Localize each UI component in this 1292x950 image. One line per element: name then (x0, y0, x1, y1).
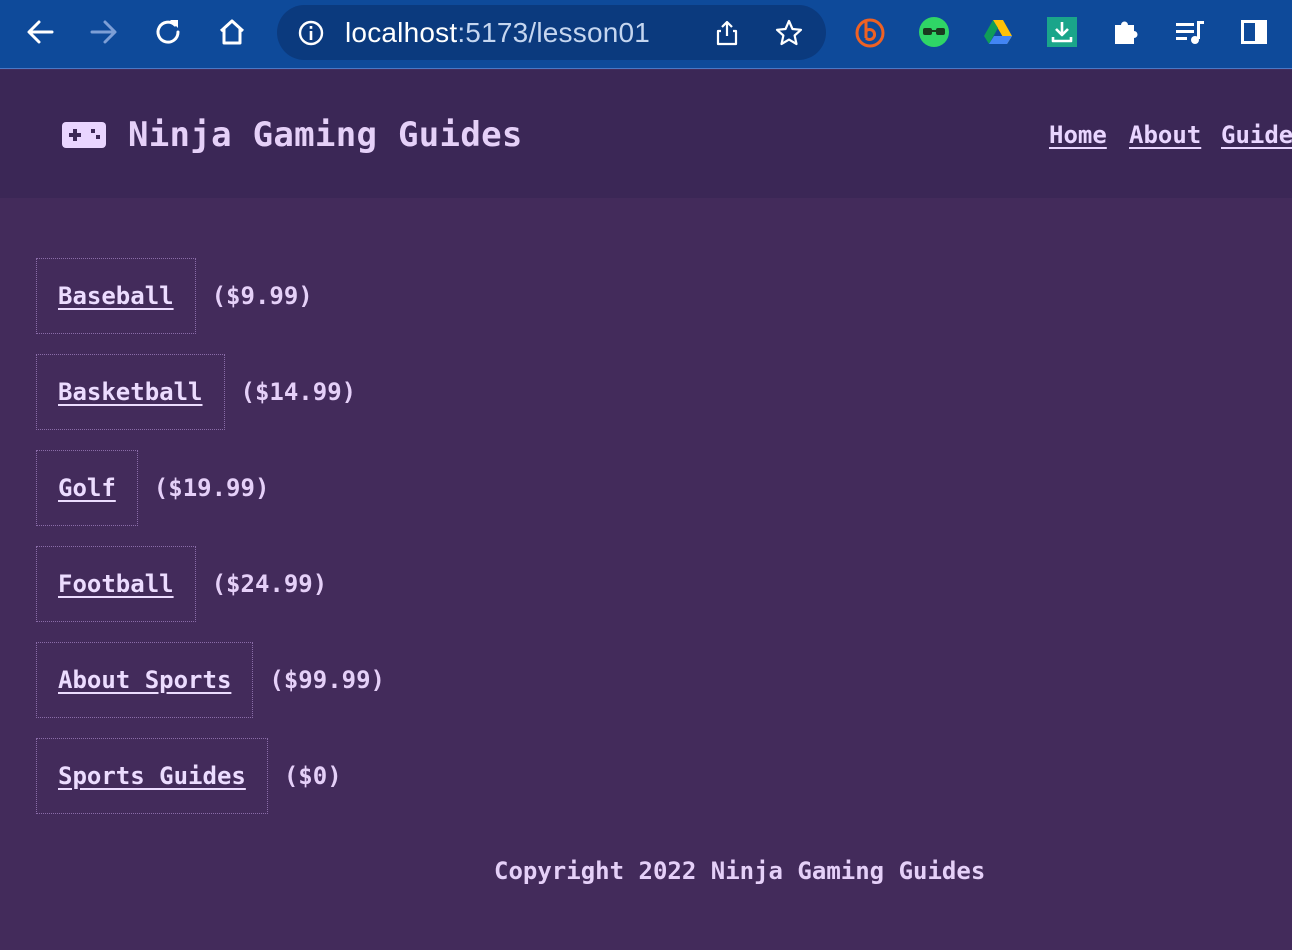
url-path: :5173/lesson01 (457, 17, 651, 48)
site-info-icon[interactable] (297, 19, 325, 47)
guide-link[interactable]: About Sports (58, 665, 231, 695)
guide-price: ($14.99) (240, 378, 357, 406)
site-title[interactable]: Ninja Gaming Guides (128, 113, 523, 157)
guide-price: ($19.99) (153, 474, 270, 502)
side-panel-icon (1241, 20, 1267, 44)
side-panel-button[interactable] (1237, 15, 1271, 49)
browser-toolbar: localhost:5173/lesson01 (0, 0, 1292, 69)
media-controls-button[interactable] (1173, 15, 1207, 49)
home-button[interactable] (214, 14, 250, 50)
guide-card: About Sports (36, 642, 254, 718)
bitly-icon (855, 18, 885, 48)
back-button[interactable] (22, 14, 58, 50)
guide-item: Baseball ($9.99) (36, 258, 313, 334)
share-icon[interactable] (713, 19, 741, 47)
download-icon (1047, 17, 1077, 47)
guide-price: ($9.99) (211, 282, 313, 310)
reload-icon (156, 20, 180, 44)
url-text[interactable]: localhost:5173/lesson01 (345, 17, 650, 49)
guide-item: Football ($24.99) (36, 546, 327, 622)
reload-button[interactable] (150, 14, 186, 50)
guide-link[interactable]: Baseball (58, 281, 174, 311)
guide-price: ($99.99) (269, 666, 385, 694)
extension-google-drive[interactable] (981, 15, 1015, 49)
address-bar[interactable]: localhost:5173/lesson01 (277, 5, 826, 60)
guide-link[interactable]: Sports Guides (58, 761, 246, 791)
guide-item: About Sports ($99.99) (36, 642, 385, 718)
home-icon (219, 19, 245, 45)
guide-item: Sports Guides ($0) (36, 738, 342, 814)
guide-link[interactable]: Basketball (58, 377, 203, 407)
back-arrow-icon (27, 20, 54, 44)
guide-card: Basketball (36, 354, 225, 430)
guide-item: Basketball ($14.99) (36, 354, 356, 430)
guide-price: ($0) (283, 762, 342, 790)
extension-downloader[interactable] (1045, 15, 1079, 49)
footer-copyright: Copyright 2022 Ninja Gaming Guides (494, 857, 986, 885)
url-host: localhost (345, 17, 458, 48)
guide-link[interactable]: Football (58, 569, 174, 599)
guide-card: Golf (36, 450, 138, 526)
forward-arrow-icon (90, 20, 117, 44)
extensions-menu-button[interactable] (1109, 15, 1143, 49)
spy-glasses-icon (919, 17, 949, 47)
guide-card: Football (36, 546, 196, 622)
playlist-icon (1176, 21, 1204, 44)
forward-button[interactable] (86, 14, 122, 50)
guide-card: Sports Guides (36, 738, 268, 814)
guide-price: ($24.99) (211, 570, 328, 598)
nav-about-link[interactable]: About (1129, 120, 1201, 150)
guide-item: Golf ($19.99) (36, 450, 269, 526)
puzzle-icon (1115, 21, 1138, 44)
gamepad-icon (62, 122, 106, 148)
extension-spy[interactable] (917, 15, 951, 49)
google-drive-icon (984, 20, 1012, 44)
bookmark-star-icon[interactable] (774, 18, 804, 48)
nav-guides-link[interactable]: Guides (1221, 120, 1292, 150)
extension-bitly[interactable] (853, 15, 887, 49)
guide-link[interactable]: Golf (58, 473, 116, 503)
guide-card: Baseball (36, 258, 196, 334)
nav-home-link[interactable]: Home (1049, 120, 1107, 150)
